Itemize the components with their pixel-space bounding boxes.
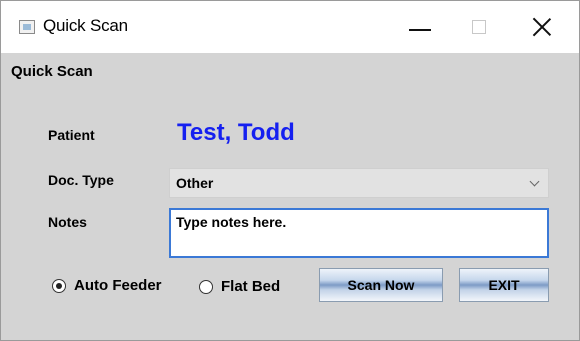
minimize-button[interactable]	[391, 1, 449, 53]
chevron-down-icon	[529, 176, 540, 187]
flat-bed-label[interactable]: Flat Bed	[221, 278, 280, 295]
notes-label: Notes	[48, 214, 87, 230]
auto-feeder-radio[interactable]	[52, 279, 66, 293]
group-title: Quick Scan	[11, 63, 93, 80]
doc-type-value: Other	[176, 175, 214, 191]
patient-label: Patient	[48, 127, 95, 143]
notes-text: Type notes here.	[176, 214, 287, 230]
doc-type-label: Doc. Type	[48, 172, 114, 188]
title-bar[interactable]: Quick Scan	[1, 1, 579, 53]
window-title: Quick Scan	[43, 16, 128, 35]
scanner-app-icon	[19, 20, 35, 34]
scan-now-button[interactable]: Scan Now	[319, 268, 443, 302]
doc-type-select[interactable]: Other	[169, 168, 549, 198]
flat-bed-radio[interactable]	[199, 280, 213, 294]
minimize-icon	[409, 29, 431, 31]
auto-feeder-label[interactable]: Auto Feeder	[74, 277, 162, 294]
maximize-button	[450, 1, 508, 53]
exit-button[interactable]: EXIT	[459, 268, 549, 302]
notes-field[interactable]: Type notes here.	[169, 208, 549, 258]
close-button[interactable]	[513, 1, 571, 53]
patient-name: Test, Todd	[177, 119, 295, 146]
maximize-icon	[472, 20, 486, 34]
quick-scan-window: Quick Scan Quick Scan Patient Test, Todd…	[0, 0, 580, 341]
close-icon	[532, 17, 552, 37]
